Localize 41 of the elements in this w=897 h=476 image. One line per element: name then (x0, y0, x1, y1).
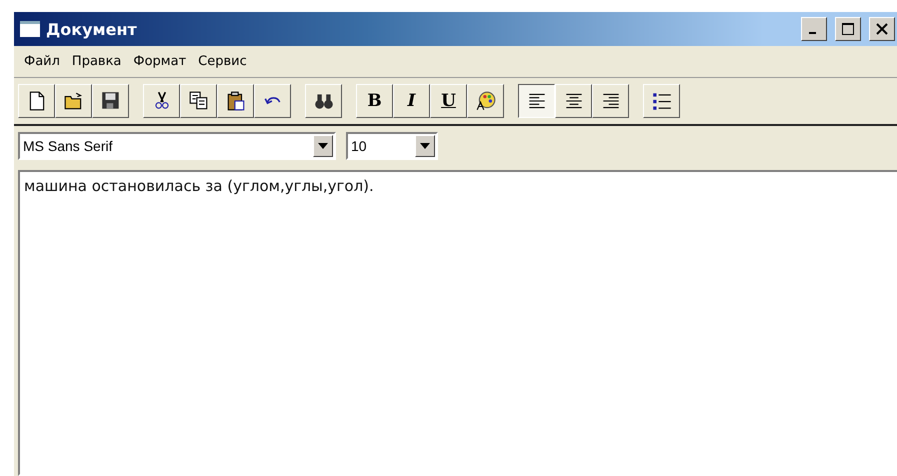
font-size-value: 10 (350, 138, 368, 154)
window-title: Документ (46, 20, 138, 38)
font-name-value: MS Sans Serif (22, 138, 114, 154)
align-center-button[interactable] (555, 84, 592, 118)
font-size-dropdown[interactable]: 10 (346, 132, 438, 160)
text-editor-area[interactable]: машина остановилась за (углом,углы,угол). (18, 170, 897, 476)
new-document-button[interactable] (18, 84, 55, 118)
italic-button[interactable]: I (393, 84, 430, 118)
binoculars-button[interactable] (305, 84, 342, 118)
copy-button[interactable] (180, 84, 217, 118)
folder-button[interactable] (55, 84, 92, 118)
dropdown-arrow-icon (420, 143, 430, 149)
clipboard-button[interactable] (217, 84, 254, 118)
bulleted-list-button[interactable] (643, 84, 680, 118)
align-left-button[interactable] (518, 84, 555, 118)
dropdown-arrow-button[interactable] (313, 135, 333, 157)
underline-button[interactable]: U (430, 84, 467, 118)
folder-icon (62, 90, 84, 112)
align-right-button[interactable] (592, 84, 629, 118)
bold-button[interactable]: B (356, 84, 393, 118)
close-button[interactable] (869, 17, 895, 41)
copy-icon (188, 90, 210, 112)
scissors-button[interactable] (143, 84, 180, 118)
font-name-dropdown[interactable]: MS Sans Serif (18, 132, 336, 160)
maximize-icon (841, 22, 855, 36)
dropdown-arrow-icon (318, 143, 328, 149)
menu-item[interactable]: Правка (68, 52, 126, 71)
menu-item[interactable]: Файл (20, 52, 64, 71)
minimize-icon (809, 32, 816, 34)
palette-button[interactable] (467, 84, 504, 118)
dropdown-arrow-button[interactable] (415, 135, 435, 157)
window-icon (20, 21, 40, 37)
undo-arrow-button[interactable] (254, 84, 291, 118)
maximize-button[interactable] (835, 17, 861, 41)
palette-icon (474, 90, 496, 112)
document-text: машина остановилась за (углом,углы,угол). (24, 177, 374, 195)
minimize-button[interactable] (801, 17, 827, 41)
menu-item[interactable]: Формат (129, 52, 190, 71)
close-icon (876, 23, 888, 35)
menu-item[interactable]: Сервис (194, 52, 251, 71)
floppy-disk-button[interactable] (92, 84, 129, 118)
